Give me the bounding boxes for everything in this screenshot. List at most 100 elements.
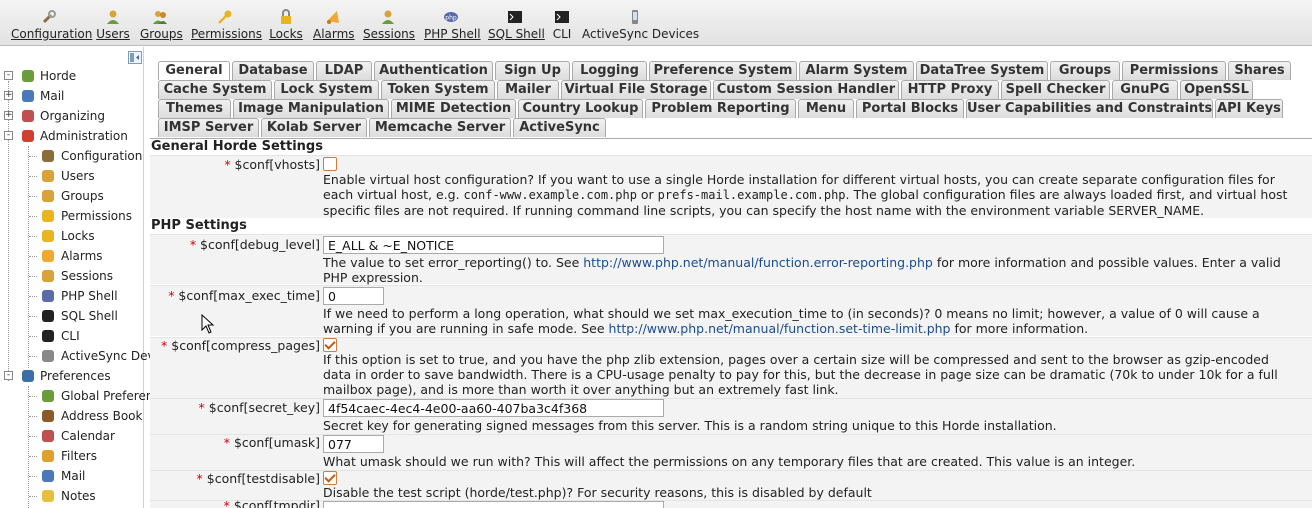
required-marker: *: [189, 237, 197, 252]
sidebar-item-label: Horde: [40, 69, 77, 83]
tab-openssl[interactable]: OpenSSL: [1180, 80, 1253, 99]
sidebar-item-permissions[interactable]: Permissions: [0, 206, 143, 226]
filters-icon: [42, 450, 54, 462]
sidebar-item-configuration[interactable]: Configuration: [0, 146, 143, 166]
collapse-icon[interactable]: -: [4, 131, 13, 140]
tab-database[interactable]: Database: [232, 61, 314, 80]
umask-input[interactable]: [323, 435, 384, 453]
tab-image-manipulation[interactable]: Image Manipulation: [233, 99, 389, 118]
sidebar-item-organizing[interactable]: + Organizing: [0, 106, 143, 126]
max-exec-time-input[interactable]: [323, 287, 384, 305]
expand-icon[interactable]: +: [4, 111, 13, 120]
tab-mailer[interactable]: Mailer: [497, 80, 559, 99]
expand-icon[interactable]: +: [4, 91, 13, 100]
sidebar-item-horde[interactable]: - Horde: [0, 66, 143, 86]
tab-logging[interactable]: Logging: [572, 61, 647, 80]
collapse-icon: [130, 53, 139, 62]
tab-sign-up[interactable]: Sign Up: [495, 61, 570, 80]
tab-permissions[interactable]: Permissions: [1122, 61, 1226, 80]
secret-key-input[interactable]: [323, 399, 664, 417]
toolbar-locks[interactable]: Locks: [269, 9, 303, 43]
vhosts-checkbox[interactable]: [323, 157, 337, 171]
tab-cache-system[interactable]: Cache System: [158, 80, 272, 99]
tab-virtual-file-storage[interactable]: Virtual File Storage: [561, 80, 711, 99]
tab-alarm-system[interactable]: Alarm System: [799, 61, 914, 80]
collapse-icon[interactable]: -: [4, 71, 13, 80]
sidebar-toggle-button[interactable]: [128, 51, 142, 64]
toolbar-alarms[interactable]: Alarms: [313, 9, 355, 43]
tab-shares[interactable]: Shares: [1228, 61, 1291, 80]
toolbar-sessions[interactable]: Sessions: [363, 9, 415, 43]
tab-api-keys[interactable]: API Keys: [1215, 99, 1283, 118]
phone-icon: [42, 350, 54, 362]
toolbar-permissions[interactable]: Permissions: [191, 9, 262, 43]
sidebar-item-users[interactable]: Users: [0, 166, 143, 186]
sidebar-item-preferences[interactable]: - Preferences: [0, 366, 143, 386]
toolbar-cli[interactable]: CLI: [551, 9, 573, 43]
tab-imsp-server[interactable]: IMSP Server: [158, 118, 259, 137]
tab-problem-reporting[interactable]: Problem Reporting: [645, 99, 796, 118]
sidebar-item-cli[interactable]: CLI: [0, 326, 143, 346]
setting-label-secret-key: * $conf[secret_key]: [199, 400, 320, 415]
compress-pages-checkbox[interactable]: [323, 338, 337, 352]
tab-general[interactable]: General: [158, 61, 230, 80]
sidebar-item-sql-shell[interactable]: SQL Shell: [0, 306, 143, 326]
toolbar-php-shell[interactable]: php PHP Shell: [424, 9, 481, 43]
tab-spell-checker[interactable]: Spell Checker: [1001, 80, 1110, 99]
toolbar-configuration[interactable]: Configuration: [11, 9, 92, 43]
tab-ldap[interactable]: LDAP: [316, 61, 372, 80]
tab-gnupg[interactable]: GnuPG: [1112, 80, 1178, 99]
debug-level-description: The value to set error_reporting() to. S…: [323, 255, 1298, 285]
sidebar-item-alarms[interactable]: Alarms: [0, 246, 143, 266]
sidebar-item-calendar[interactable]: Calendar: [0, 426, 143, 446]
tab-groups[interactable]: Groups: [1050, 61, 1120, 80]
tmpdir-input[interactable]: [323, 501, 664, 508]
tab-portal-blocks[interactable]: Portal Blocks: [856, 99, 964, 118]
php-manual-link[interactable]: http://www.php.net/manual/function.error…: [583, 255, 933, 270]
toolbar-label: Alarms: [313, 27, 355, 41]
setting-label-text: $conf[umask]: [233, 435, 320, 450]
toolbar-activesync-devices[interactable]: ActiveSync Devices: [582, 9, 699, 43]
sidebar-item-sessions[interactable]: Sessions: [0, 266, 143, 286]
testdisable-description: Disable the test script (horde/test.php)…: [323, 485, 872, 500]
debug-level-input[interactable]: [323, 236, 664, 254]
sidebar-item-label: PHP Shell: [61, 289, 118, 303]
tab-http-proxy[interactable]: HTTP Proxy: [901, 80, 999, 99]
tab-menu[interactable]: Menu: [798, 99, 854, 118]
sidebar-item-global-preferen[interactable]: Global Preferen: [0, 386, 153, 406]
sidebar-item-activesync-dev[interactable]: ActiveSync Dev: [0, 346, 155, 366]
toolbar-groups[interactable]: Groups: [140, 9, 183, 43]
tab-custom-session-handler[interactable]: Custom Session Handler: [713, 80, 899, 99]
sidebar-item-groups[interactable]: Groups: [0, 186, 143, 206]
tab-country-lookup[interactable]: Country Lookup: [518, 99, 643, 118]
sidebar-item-locks[interactable]: Locks: [0, 226, 143, 246]
tab-user-capabilities-and-constraints[interactable]: User Capabilities and Constraints: [966, 99, 1213, 118]
top-toolbar: Configuration Users Groups Permissions L…: [0, 0, 1312, 46]
sidebar-item-administration[interactable]: - Administration: [0, 126, 143, 146]
testdisable-checkbox[interactable]: [323, 471, 337, 485]
sidebar-item-mail[interactable]: Mail: [0, 466, 143, 486]
sidebar-item-address-book[interactable]: Address Book: [0, 406, 143, 426]
sidebar-item-php-shell[interactable]: PHP Shell: [0, 286, 143, 306]
tab-activesync[interactable]: ActiveSync: [513, 118, 606, 137]
tab-lock-system[interactable]: Lock System: [274, 80, 379, 99]
tab-authentication[interactable]: Authentication: [374, 61, 493, 80]
toolbar-users[interactable]: Users: [96, 9, 130, 43]
lock-icon: [42, 230, 54, 242]
tab-datatree-system[interactable]: DataTree System: [916, 61, 1048, 80]
sidebar-item-mail[interactable]: + Mail: [0, 86, 143, 106]
php-manual-link[interactable]: http://www.php.net/manual/function.set-t…: [609, 321, 951, 336]
required-marker: *: [161, 338, 168, 353]
collapse-icon[interactable]: -: [4, 371, 13, 380]
tab-kolab-server[interactable]: Kolab Server: [261, 118, 367, 137]
tab-memcache-server[interactable]: Memcache Server: [369, 118, 511, 137]
sidebar-item-notes[interactable]: Notes: [0, 486, 143, 506]
umask-description: What umask should we run with? This will…: [323, 454, 1136, 469]
toolbar-sql-shell[interactable]: SQL Shell: [488, 9, 545, 43]
sidebar-item-filters[interactable]: Filters: [0, 446, 143, 466]
user-icon: [107, 10, 119, 24]
tab-mime-detection[interactable]: MIME Detection: [391, 99, 516, 118]
tab-themes[interactable]: Themes: [158, 99, 231, 118]
tab-token-system[interactable]: Token System: [381, 80, 495, 99]
tab-preference-system[interactable]: Preference System: [649, 61, 797, 80]
